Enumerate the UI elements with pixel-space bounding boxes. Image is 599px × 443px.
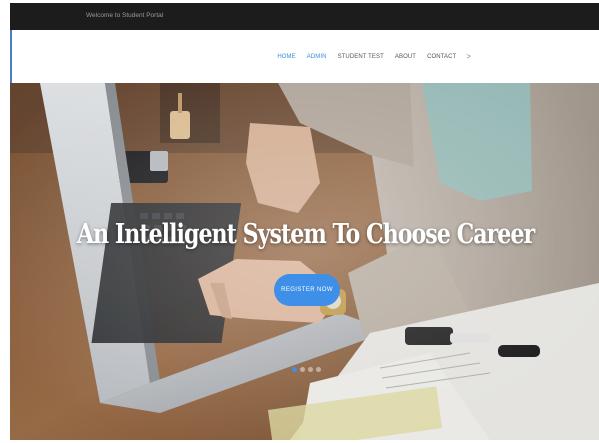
nav-more-icon[interactable]: >: [466, 52, 471, 61]
slider-dot[interactable]: [292, 367, 297, 372]
nav-item-admin[interactable]: ADMIN: [307, 54, 327, 60]
page-frame: Welcome to Student Portal HOME ADMIN STU…: [10, 3, 599, 440]
hero-slider: An Intelligent System To Choose Career R…: [10, 83, 599, 440]
slider-dots: [292, 367, 321, 372]
slider-dot[interactable]: [300, 367, 305, 372]
nav-item-home[interactable]: HOME: [277, 54, 295, 60]
nav-menu: HOME ADMIN STUDENT TEST ABOUT CONTACT >: [266, 52, 471, 61]
slider-dot[interactable]: [308, 367, 313, 372]
top-bar: Welcome to Student Portal: [10, 3, 599, 30]
register-now-button[interactable]: REGISTER NOW: [274, 274, 340, 306]
nav-item-about[interactable]: ABOUT: [395, 54, 416, 60]
hero-background-image: [10, 83, 599, 440]
main-navbar: HOME ADMIN STUDENT TEST ABOUT CONTACT >: [10, 30, 599, 83]
hero-title: An Intelligent System To Choose Career: [76, 219, 535, 250]
welcome-text: Welcome to Student Portal: [86, 12, 164, 19]
nav-item-contact[interactable]: CONTACT: [427, 54, 456, 60]
slider-dot[interactable]: [316, 367, 321, 372]
nav-item-student-test[interactable]: STUDENT TEST: [338, 54, 384, 60]
